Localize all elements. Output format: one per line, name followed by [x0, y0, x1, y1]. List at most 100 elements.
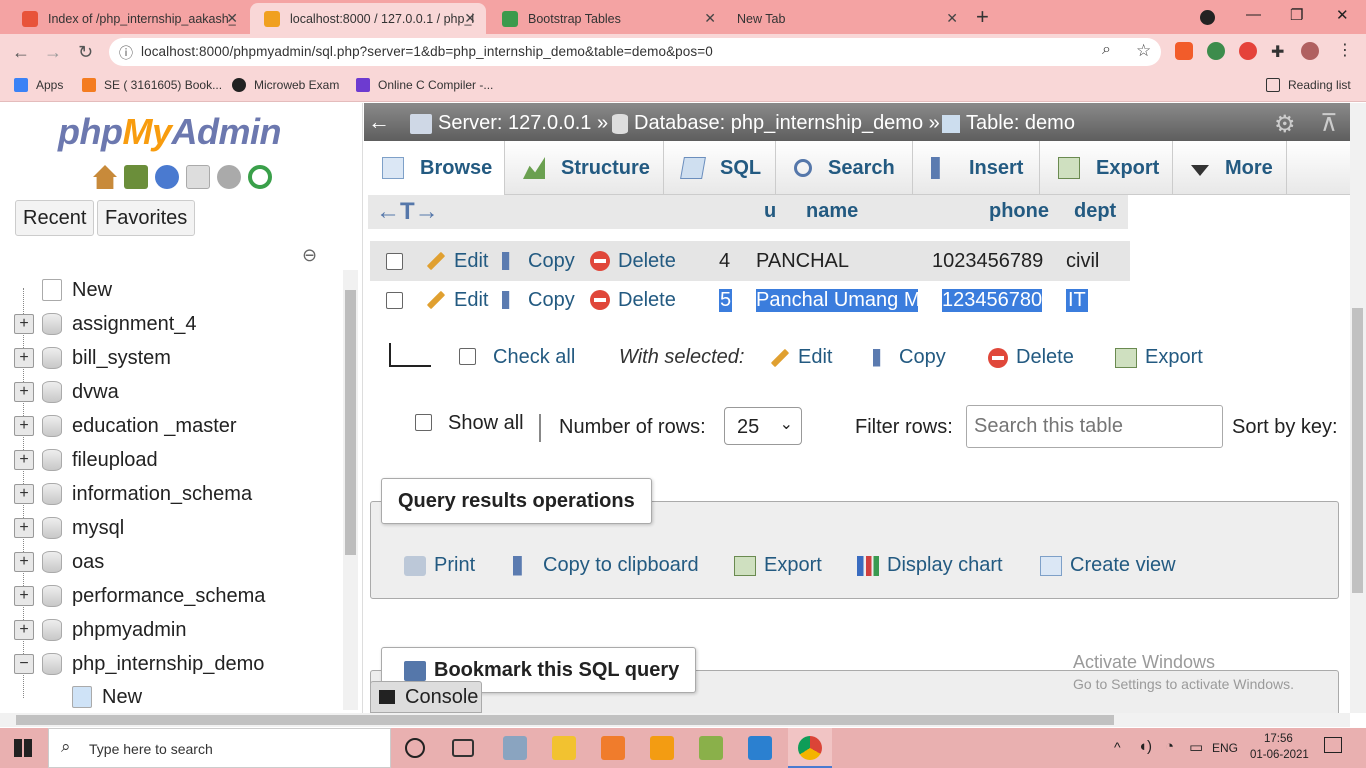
battery-icon[interactable]: ▭: [1189, 738, 1203, 756]
op-create-view[interactable]: Create view: [1040, 554, 1176, 577]
xampp-icon[interactable]: [601, 736, 625, 760]
notifications-icon[interactable]: [1324, 737, 1342, 753]
expand-icon[interactable]: +: [14, 348, 34, 368]
menu-dots-icon[interactable]: ⋮: [1337, 40, 1355, 59]
show-all-label[interactable]: Show all: [448, 412, 524, 435]
expand-icon[interactable]: +: [14, 382, 34, 402]
forward-icon[interactable]: →: [44, 42, 62, 63]
new-tab-button[interactable]: +: [976, 4, 989, 30]
row-checkbox[interactable]: [386, 291, 403, 309]
expand-icon[interactable]: +: [14, 518, 34, 538]
avatar[interactable]: [1301, 42, 1319, 60]
main-scrollbar[interactable]: [1350, 103, 1366, 713]
reading-list-button[interactable]: Reading list: [1266, 78, 1351, 92]
task-view-icon[interactable]: [452, 739, 474, 757]
bookmark-se-book[interactable]: SE ( 3161605) Book...: [82, 78, 222, 92]
close-tab-icon[interactable]: ✕: [704, 10, 716, 27]
expand-icon[interactable]: +: [14, 416, 34, 436]
close-window-button[interactable]: ✕: [1336, 6, 1349, 24]
tab-search[interactable]: Search: [776, 141, 913, 195]
console-tab[interactable]: Console: [370, 681, 482, 713]
collapse-arrow-icon[interactable]: ←: [368, 109, 390, 135]
docs-icon[interactable]: [186, 165, 210, 189]
tab-more[interactable]: More: [1173, 141, 1287, 195]
breadcrumb-server[interactable]: Server: 127.0.0.1 »: [438, 112, 608, 135]
back-icon[interactable]: ←: [12, 42, 30, 63]
scrollbar-thumb[interactable]: [1352, 308, 1363, 593]
close-tab-icon[interactable]: ✕: [946, 10, 958, 27]
home-icon[interactable]: [93, 165, 117, 189]
sublime-icon[interactable]: [650, 736, 674, 760]
taskbar-search[interactable]: ⌕ Type here to search: [48, 728, 391, 768]
chrome-taskbar-active[interactable]: [788, 728, 832, 768]
file-explorer-icon[interactable]: [552, 736, 576, 760]
column-header-name[interactable]: name: [806, 200, 858, 223]
bulk-copy-button[interactable]: Copy: [873, 346, 946, 369]
link-chain-icon[interactable]: ⊖: [302, 245, 317, 266]
row-delete-link[interactable]: Delete: [590, 289, 676, 312]
bulk-export-button[interactable]: Export: [1115, 346, 1203, 369]
check-all-label[interactable]: Check all: [493, 346, 575, 369]
tab-export[interactable]: Export: [1040, 141, 1173, 195]
browser-tab-phpmyadmin[interactable]: localhost:8000 / 127.0.0.1 / php_i ✕: [250, 3, 486, 34]
breadcrumb-database[interactable]: Database: php_internship_demo »: [634, 112, 940, 135]
tab-sql[interactable]: SQL: [664, 141, 776, 195]
close-tab-icon[interactable]: ✕: [464, 10, 476, 27]
show-all-checkbox[interactable]: [415, 414, 432, 431]
scrollbar-thumb[interactable]: [345, 290, 356, 555]
help-icon[interactable]: [155, 165, 179, 189]
restore-button[interactable]: ❐: [1290, 6, 1303, 24]
bookmark-microweb[interactable]: Microweb Exam: [232, 78, 339, 92]
language-indicator[interactable]: ENG: [1212, 741, 1238, 755]
column-header-u[interactable]: u: [764, 200, 776, 223]
breadcrumb-table[interactable]: Table: demo: [966, 112, 1075, 135]
network-icon[interactable]: ◔: [1165, 738, 1174, 755]
expand-icon[interactable]: +: [14, 620, 34, 640]
settings-gear-icon[interactable]: ⚙: [1274, 110, 1296, 139]
bookmark-apps[interactable]: Apps: [14, 78, 63, 92]
rows-select[interactable]: 25 ⌄: [724, 407, 802, 445]
expand-icon[interactable]: +: [14, 314, 34, 334]
phpmyadmin-logo[interactable]: phpMyAdmin: [58, 111, 281, 153]
op-print[interactable]: Print: [404, 554, 475, 577]
logout-icon[interactable]: [124, 165, 148, 189]
op-display-chart[interactable]: Display chart: [857, 554, 1003, 577]
tab-browse[interactable]: Browse: [364, 141, 505, 195]
collapse-top-icon[interactable]: ⊼: [1320, 109, 1338, 138]
app-icon[interactable]: [503, 736, 527, 760]
bulk-edit-button[interactable]: Edit: [770, 346, 832, 369]
browser-tab-bootstrap[interactable]: Bootstrap Tables ✕: [488, 3, 726, 34]
expand-icon[interactable]: +: [14, 552, 34, 572]
app-icon[interactable]: [699, 736, 723, 760]
check-all-checkbox[interactable]: [459, 348, 476, 365]
minimize-button[interactable]: —: [1246, 6, 1261, 23]
favorites-button[interactable]: Favorites: [97, 200, 196, 236]
expand-icon[interactable]: +: [14, 586, 34, 606]
column-arrows-icon[interactable]: ←T→: [376, 198, 439, 226]
browser-tab-newtab[interactable]: New Tab ✕: [728, 3, 968, 34]
horizontal-scrollbar[interactable]: [0, 713, 1350, 727]
row-edit-link[interactable]: Edit: [426, 250, 488, 273]
adblock-icon[interactable]: [1239, 42, 1257, 60]
expand-icon[interactable]: +: [14, 450, 34, 470]
reload-nav-icon[interactable]: [248, 165, 272, 189]
expand-icon[interactable]: +: [14, 484, 34, 504]
tray-chevron-icon[interactable]: ^: [1114, 739, 1121, 755]
cortana-icon[interactable]: [405, 738, 425, 758]
tab-search-icon[interactable]: [1200, 10, 1215, 25]
tab-insert[interactable]: Insert: [913, 141, 1040, 195]
clock-date[interactable]: 01-06-2021: [1250, 749, 1309, 761]
extension-icon[interactable]: [1175, 42, 1193, 60]
settings-gear-icon[interactable]: [217, 165, 241, 189]
info-icon[interactable]: ⓘ: [119, 43, 133, 63]
bookmark-online-compiler[interactable]: Online C Compiler -...: [356, 78, 493, 92]
recent-button[interactable]: Recent: [15, 200, 95, 236]
column-header-dept[interactable]: dept: [1074, 200, 1116, 223]
row-delete-link[interactable]: Delete: [590, 250, 676, 273]
op-copy-clipboard[interactable]: Copy to clipboard: [513, 554, 699, 577]
close-tab-icon[interactable]: ✕: [226, 10, 238, 27]
row-copy-link[interactable]: Copy: [502, 289, 575, 312]
collapse-icon[interactable]: −: [14, 654, 34, 674]
extension-icon[interactable]: [1207, 42, 1225, 60]
sidebar-scrollbar[interactable]: [343, 270, 358, 710]
